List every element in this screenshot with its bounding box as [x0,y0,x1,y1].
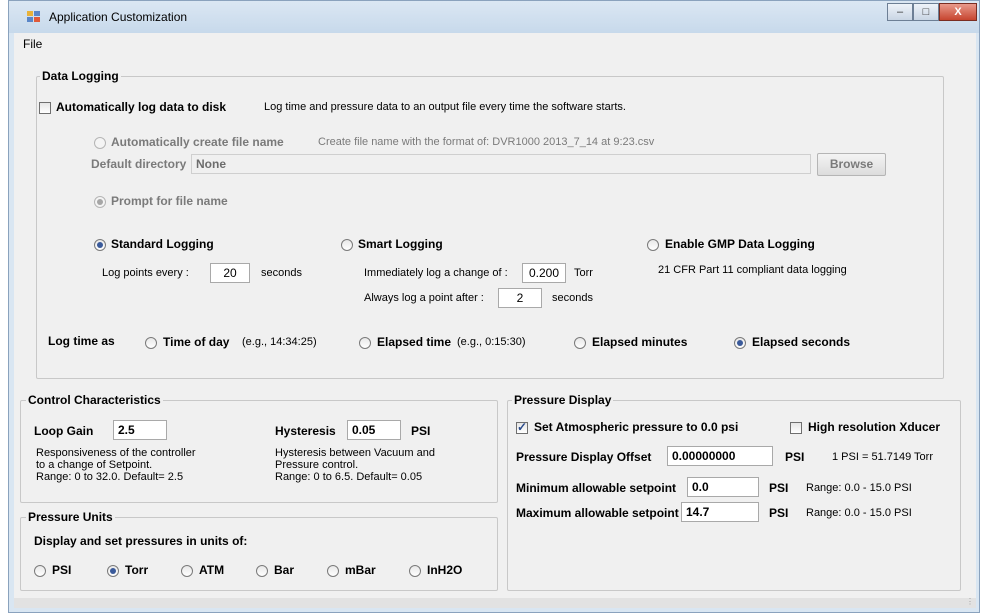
resize-grip-icon[interactable]: ⋮ [966,598,974,606]
standard-logging-radio[interactable] [94,239,106,251]
control-characteristics-title: Control Characteristics [26,393,163,407]
menu-bar: File [14,33,976,55]
unit-torr-label: Torr [125,563,149,577]
set-atm-label: Set Atmospheric pressure to 0.0 psi [534,420,739,434]
unit-atm-label: ATM [199,563,225,577]
close-button[interactable]: X [939,3,977,21]
torr-unit-label: Torr [574,267,593,279]
time-of-day-example: (e.g., 14:34:25) [242,336,317,348]
offset-label: Pressure Display Offset [516,450,652,464]
gmp-logging-label: Enable GMP Data Logging [665,237,815,251]
hysteresis-label: Hysteresis [275,424,336,438]
unit-mbar-label: mBar [345,563,376,577]
hysteresis-input[interactable]: 0.05 [347,420,401,440]
unit-psi-radio[interactable] [34,565,46,577]
offset-unit: PSI [785,450,805,464]
hysteresis-unit: PSI [411,424,431,438]
gmp-logging-description: 21 CFR Part 11 compliant data logging [658,264,847,276]
time-of-day-label: Time of day [163,335,230,349]
always-log-input[interactable]: 2 [498,288,542,308]
max-setpoint-label: Maximum allowable setpoint [516,506,679,520]
menu-file[interactable]: File [23,37,42,51]
hysteresis-desc-2: Pressure control. [275,459,359,471]
prompt-file-name-radio[interactable] [94,196,106,208]
unit-inh2o-label: InH2O [427,563,463,577]
maximize-button[interactable]: □ [913,3,939,21]
loop-gain-label: Loop Gain [34,424,94,438]
min-setpoint-unit: PSI [769,481,789,495]
default-directory-label: Default directory [91,157,187,171]
log-points-label: Log points every : [102,267,189,279]
auto-create-description: Create file name with the format of: DVR… [318,136,655,148]
browse-button[interactable]: Browse [817,153,886,176]
smart-logging-label: Smart Logging [358,237,443,251]
pressure-units-group [20,517,498,591]
auto-create-radio[interactable] [94,137,106,149]
elapsed-minutes-label: Elapsed minutes [592,335,688,349]
auto-log-label: Automatically log data to disk [56,100,227,114]
high-res-checkbox[interactable] [790,422,802,434]
status-bar: ⋮ [14,598,976,608]
max-setpoint-input[interactable]: 14.7 [681,502,759,522]
unit-torr-radio[interactable] [107,565,119,577]
log-points-input[interactable]: 20 [210,263,250,283]
minimize-button[interactable]: – [887,3,913,21]
always-log-label: Always log a point after : [364,292,484,304]
loop-gain-input[interactable]: 2.5 [113,420,167,440]
min-setpoint-range: Range: 0.0 - 15.0 PSI [806,482,912,494]
loop-gain-desc-1: Responsiveness of the controller [36,447,196,459]
pressure-units-prompt: Display and set pressures in units of: [34,534,248,548]
unit-bar-label: Bar [274,563,295,577]
time-of-day-radio[interactable] [145,337,157,349]
smart-logging-radio[interactable] [341,239,353,251]
max-setpoint-range: Range: 0.0 - 15.0 PSI [806,507,912,519]
hysteresis-desc-1: Hysteresis between Vacuum and [275,447,435,459]
seconds-label: seconds [261,267,302,279]
elapsed-minutes-radio[interactable] [574,337,586,349]
auto-log-checkbox[interactable] [39,102,51,114]
set-atm-checkbox[interactable] [516,420,528,434]
client-area: File Data Logging Automatically log data… [14,33,976,608]
auto-create-label: Automatically create file name [111,135,284,149]
auto-log-description: Log time and pressure data to an output … [264,101,626,113]
standard-logging-label: Standard Logging [111,237,214,251]
loop-gain-desc-2: to a change of Setpoint. [36,459,153,471]
unit-inh2o-radio[interactable] [409,565,421,577]
hysteresis-desc-3: Range: 0 to 6.5. Default= 0.05 [275,471,423,483]
min-setpoint-input[interactable]: 0.0 [687,477,759,497]
immediately-log-label: Immediately log a change of : [364,267,508,279]
seconds-label-2: seconds [552,292,593,304]
offset-input[interactable]: 0.00000000 [667,446,773,466]
elapsed-time-example: (e.g., 0:15:30) [457,336,526,348]
high-res-label: High resolution Xducer [808,420,941,434]
data-logging-group [36,76,944,379]
prompt-file-name-label: Prompt for file name [111,194,228,208]
pressure-display-title: Pressure Display [512,393,614,407]
unit-mbar-radio[interactable] [327,565,339,577]
data-logging-title: Data Logging [40,69,121,83]
max-setpoint-unit: PSI [769,506,789,520]
elapsed-seconds-label: Elapsed seconds [752,335,851,349]
title-bar: Application Customization – □ X [9,1,979,33]
unit-psi-label: PSI [52,563,72,577]
log-time-as-label: Log time as [48,334,115,348]
unit-bar-radio[interactable] [256,565,268,577]
app-window: Application Customization – □ X File Dat… [8,0,980,613]
pressure-units-title: Pressure Units [26,510,115,524]
min-setpoint-label: Minimum allowable setpoint [516,481,677,495]
app-icon [27,11,41,23]
elapsed-time-label: Elapsed time [377,335,452,349]
elapsed-time-radio[interactable] [359,337,371,349]
immediately-log-input[interactable]: 0.200 [522,263,566,283]
window-title: Application Customization [49,10,188,24]
loop-gain-desc-3: Range: 0 to 32.0. Default= 2.5 [36,471,184,483]
default-directory-field[interactable]: None [191,154,811,174]
conversion-label: 1 PSI = 51.7149 Torr [832,451,934,463]
elapsed-seconds-radio[interactable] [734,337,746,349]
unit-atm-radio[interactable] [181,565,193,577]
gmp-logging-radio[interactable] [647,239,659,251]
